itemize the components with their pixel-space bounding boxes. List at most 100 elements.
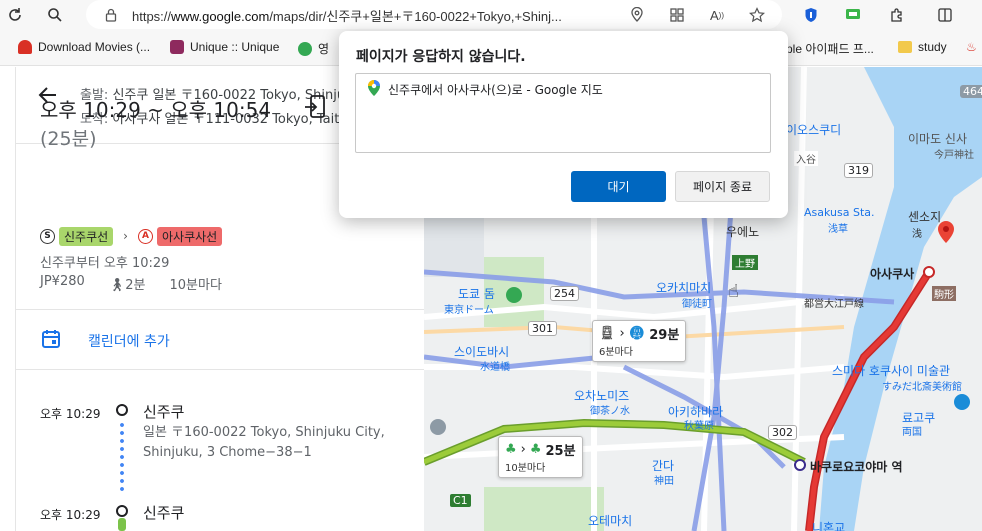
walk-time: 🚶︎2분: [108, 278, 146, 293]
bookmark-label: study: [918, 40, 947, 54]
folder-icon: [898, 41, 912, 53]
bubble-frequency: 6분마다: [599, 347, 633, 358]
bookmark-apple-ipad[interactable]: ple 아이패드 프...: [786, 40, 874, 57]
frequency: 10분마다: [169, 278, 222, 293]
bookmark-study-folder[interactable]: study: [898, 40, 947, 54]
split-screen-icon[interactable]: [934, 4, 956, 26]
stop-marker-icon: [116, 505, 128, 517]
bookmark-favicon-icon: [18, 40, 32, 54]
add-to-calendar[interactable]: 캘린더에 추가: [40, 328, 170, 354]
map-label: 오카치마치: [656, 281, 712, 295]
url-prefix: https://: [132, 9, 172, 24]
map-label: 今戸神社: [934, 150, 974, 161]
line2-badge: A: [137, 228, 153, 244]
map-label: 都営大江戸線: [804, 299, 864, 310]
map-label: 바쿠로요코야마 역: [810, 460, 903, 474]
bookmark-java-icon[interactable]: ♨: [966, 40, 977, 54]
send-to-phone-icon[interactable]: [304, 95, 326, 119]
divider: [16, 369, 424, 370]
calendar-label: 캘린더에 추가: [88, 334, 170, 350]
monitor-extension-icon[interactable]: [842, 4, 864, 26]
panel-edge: [0, 67, 16, 531]
bookmark-unique[interactable]: Unique :: Unique: [170, 40, 279, 54]
chevron-right-icon: ›: [520, 442, 526, 457]
bookmark-label: Unique :: Unique: [190, 40, 280, 54]
search-icon[interactable]: [44, 4, 66, 26]
refresh-icon[interactable]: [4, 4, 26, 26]
map-label: 両国: [902, 427, 922, 438]
location-icon[interactable]: [626, 4, 648, 26]
url-path: /maps/dir/신주쿠+일본+〒160-0022+Tokyo,+Shinj.…: [269, 9, 562, 24]
stop-name[interactable]: 신주쿠: [143, 502, 184, 523]
transit-bubble-25[interactable]: ♣ › ♣ 25분 10분마다: [498, 436, 583, 478]
line2-chip: 아사쿠사선: [156, 226, 223, 246]
stop-name[interactable]: 신주쿠: [143, 401, 184, 422]
map-label: 水道橋: [480, 362, 510, 373]
end-page-button[interactable]: 페이지 종료: [675, 171, 770, 202]
map-label: 神田: [654, 476, 674, 487]
map-label: 319: [844, 163, 873, 178]
trip-meta: JP¥280 🚶︎2분 10분마다: [40, 274, 222, 293]
line1-chip: 신주쿠선: [59, 226, 114, 246]
wait-button[interactable]: 대기: [571, 171, 666, 202]
map-label: 우에노: [726, 225, 760, 239]
dialog-page-item[interactable]: 신주쿠에서 아사쿠사(으)로 - Google 지도: [368, 80, 603, 99]
map-label: 浅: [912, 229, 922, 240]
map-label: 301: [528, 321, 557, 336]
map-label: 上野: [732, 255, 758, 270]
dialog-title: 페이지가 응답하지 않습니다.: [356, 49, 526, 65]
map-label: 도쿄 돔: [458, 287, 495, 301]
map-label: C1: [450, 494, 471, 507]
address-bar[interactable]: https://www.google.com/maps/dir/신주쿠+일본+〒…: [86, 0, 782, 29]
walking-dots: [120, 421, 124, 493]
url-host: www.google.com: [171, 9, 270, 24]
map-label: 스미다 호쿠사이 미술관: [832, 364, 951, 378]
favorite-star-icon[interactable]: [746, 4, 768, 26]
transit-lines: S 신주쿠선 › A 아사쿠사선: [40, 226, 223, 246]
calendar-icon: [40, 328, 62, 354]
app-available-icon[interactable]: [666, 4, 688, 26]
line1-badge: S: [40, 228, 55, 244]
map-label: 아사쿠사: [870, 267, 915, 281]
trip-duration: (25분): [40, 128, 97, 150]
stop-time: 오후 10:29: [40, 407, 101, 421]
stop-marker-icon: [116, 404, 128, 416]
chevron-right-icon: ›: [123, 229, 128, 243]
lock-icon[interactable]: [100, 4, 122, 26]
map-label: すみだ北斎美術館: [882, 382, 962, 393]
stop-time: 오후 10:29: [40, 508, 101, 522]
bookmark-label: Download Movies (...: [38, 40, 151, 54]
google-maps-icon: [368, 80, 380, 99]
chevron-right-icon: ›: [619, 326, 625, 341]
address-url[interactable]: https://www.google.com/maps/dir/신주쿠+일본+〒…: [132, 6, 562, 25]
trip-time-range: 오후 10:29 ~ 오후 10:54: [40, 98, 272, 122]
map-label: 302: [768, 425, 797, 440]
tree-line-icon: ♣: [505, 442, 517, 457]
bubble-time: 29분: [649, 328, 680, 343]
dialog-page-title: 신주쿠에서 아사쿠사(으)로 - Google 지도: [388, 83, 603, 97]
bookmark-label: ple 아이패드 프...: [786, 42, 874, 56]
bookmark-korean-site[interactable]: 영: [298, 40, 329, 57]
page-unresponsive-dialog: 페이지가 응답하지 않습니다. 신주쿠에서 아사쿠사(으)로 - Google …: [339, 31, 788, 218]
read-aloud-icon[interactable]: A)): [706, 4, 728, 26]
hand-cursor-icon: ☝: [728, 281, 739, 302]
map-label: 464: [960, 85, 982, 98]
bubble-time: 25분: [545, 444, 576, 459]
map-label: 오테마치: [588, 514, 633, 528]
bubble-frequency: 10분마다: [505, 463, 546, 474]
map-label: 御徒町: [682, 299, 712, 310]
map-label: 浅草: [828, 224, 848, 235]
subway-icon: 🚇︎: [628, 326, 646, 341]
bookmark-favicon-icon: [298, 41, 312, 56]
transit-bubble-29[interactable]: 🚆︎ › 🚇︎ 29분 6분마다: [592, 320, 687, 362]
divider: [16, 309, 424, 310]
bookmark-download-movies[interactable]: Download Movies (...: [18, 40, 150, 54]
shield-icon[interactable]: [800, 4, 822, 26]
browser-toolbar: https://www.google.com/maps/dir/신주쿠+일본+〒…: [0, 0, 982, 30]
departure-info: 신주쿠부터 오후 10:29: [40, 256, 170, 271]
walking-person-icon: 🚶︎: [108, 278, 126, 293]
tree-line-icon: ♣: [529, 442, 542, 457]
stop-address: 일본 〒160-0022 Tokyo, Shinjuku City, Shinj…: [143, 425, 385, 460]
extensions-puzzle-icon[interactable]: [886, 4, 908, 26]
train-icon: 🚆︎: [599, 326, 616, 341]
